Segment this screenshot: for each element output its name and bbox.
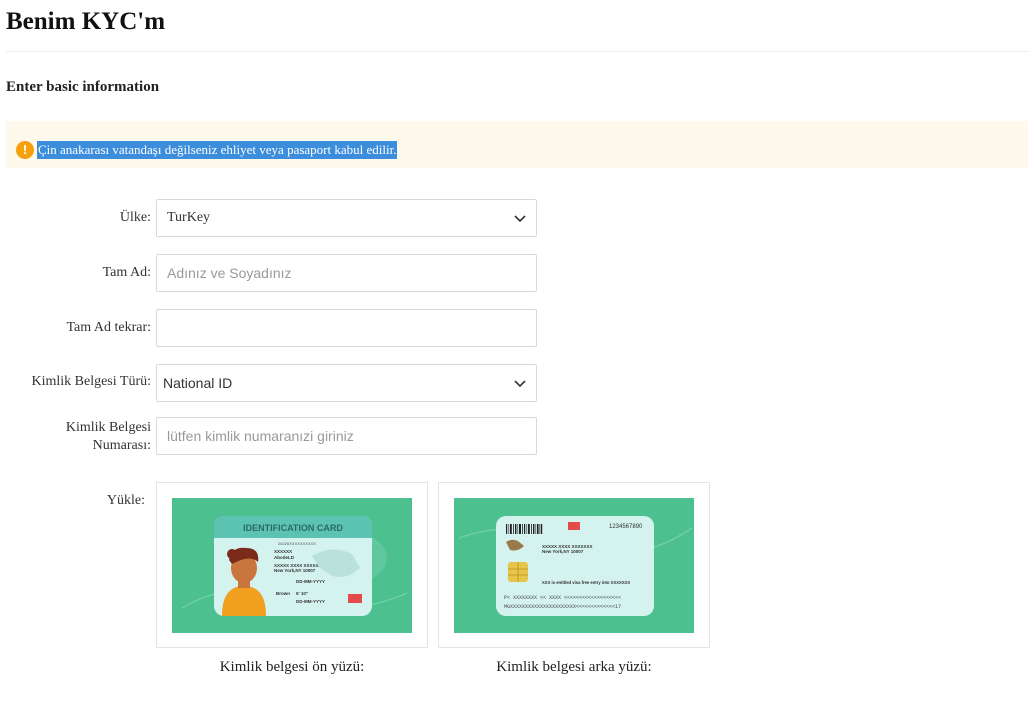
id-type-label: Kimlik Belgesi Türü: bbox=[31, 374, 151, 389]
chevron-down-icon bbox=[514, 215, 526, 223]
title-divider bbox=[6, 51, 1028, 52]
page-title: Benim KYC'm bbox=[6, 8, 166, 35]
svg-text:XXX is entitled visa free entr: XXX is entitled visa free entry into XXX… bbox=[542, 580, 630, 585]
svg-text:Brown: Brown bbox=[276, 591, 290, 596]
full-name-input[interactable] bbox=[167, 264, 522, 282]
country-label: Ülke: bbox=[119, 210, 151, 225]
svg-text:MGXXXXXXXXXXXXXXXXXXXXXX<<<<<<: MGXXXXXXXXXXXXXXXXXXXXXX<<<<<<<<<<<<<17 bbox=[504, 604, 621, 610]
svg-text:1234567890: 1234567890 bbox=[609, 524, 643, 530]
notice-text: Çin anakarası vatandaşı değilseniz ehliy… bbox=[37, 141, 398, 159]
full-name-field bbox=[156, 254, 537, 292]
full-name-repeat-field bbox=[156, 309, 537, 347]
svg-text:New York,NY 10007: New York,NY 10007 bbox=[274, 568, 316, 573]
country-select[interactable]: TurKey bbox=[156, 199, 537, 237]
svg-text:XXXXXX: XXXXXX bbox=[274, 549, 292, 554]
id-front-image: IDENTIFICATION CARD 26225XXXXXXXXXX XXXX… bbox=[172, 498, 412, 633]
upload-label: Yükle: bbox=[106, 493, 145, 508]
id-number-field bbox=[156, 417, 537, 455]
id-back-image: 1234567890 XXXXX XXXX XXXXXXX New York,N… bbox=[454, 498, 694, 633]
svg-text:P< XXXXXXXX << XXXX <<<<<<<<<<: P< XXXXXXXX << XXXX <<<<<<<<<<<<<<<<<<< bbox=[504, 595, 621, 601]
svg-text:26225XXXXXXXXXX: 26225XXXXXXXXXX bbox=[278, 541, 316, 546]
chevron-down-icon bbox=[514, 380, 526, 388]
svg-text:5' 10": 5' 10" bbox=[296, 591, 308, 596]
section-title: Enter basic information bbox=[6, 79, 160, 95]
svg-text:DD-MM-YYYY: DD-MM-YYYY bbox=[296, 579, 325, 584]
svg-text:New York,NY 10007: New York,NY 10007 bbox=[542, 549, 584, 554]
id-number-input[interactable] bbox=[167, 427, 522, 445]
warning-circle-icon: ! bbox=[16, 141, 34, 159]
id-type-select[interactable]: National ID bbox=[156, 364, 537, 402]
full-name-repeat-label: Tam Ad tekrar: bbox=[66, 320, 151, 335]
id-number-label-line2: Numarası: bbox=[92, 438, 151, 453]
upload-front-box[interactable]: IDENTIFICATION CARD 26225XXXXXXXXXX XXXX… bbox=[156, 482, 428, 648]
full-name-repeat-input[interactable] bbox=[167, 319, 522, 337]
id-type-value: National ID bbox=[163, 375, 233, 391]
svg-text:DD-MM-YYYY: DD-MM-YYYY bbox=[296, 599, 325, 604]
svg-text:AbodeLD: AbodeLD bbox=[274, 555, 295, 560]
id-number-label-line1: Kimlik Belgesi bbox=[65, 420, 151, 435]
country-value: TurKey bbox=[167, 210, 211, 225]
notice-banner: ! Çin anakarası vatandaşı değilseniz ehl… bbox=[6, 121, 1028, 168]
id-number-label: Kimlik Belgesi Numarası: bbox=[6, 419, 151, 455]
upload-back-caption: Kimlik belgesi arka yüzü: bbox=[496, 659, 652, 675]
svg-text:IDENTIFICATION CARD: IDENTIFICATION CARD bbox=[243, 523, 343, 533]
full-name-label: Tam Ad: bbox=[102, 265, 151, 280]
upload-front-caption: Kimlik belgesi ön yüzü: bbox=[219, 659, 365, 675]
upload-back-box[interactable]: 1234567890 XXXXX XXXX XXXXXXX New York,N… bbox=[438, 482, 710, 648]
